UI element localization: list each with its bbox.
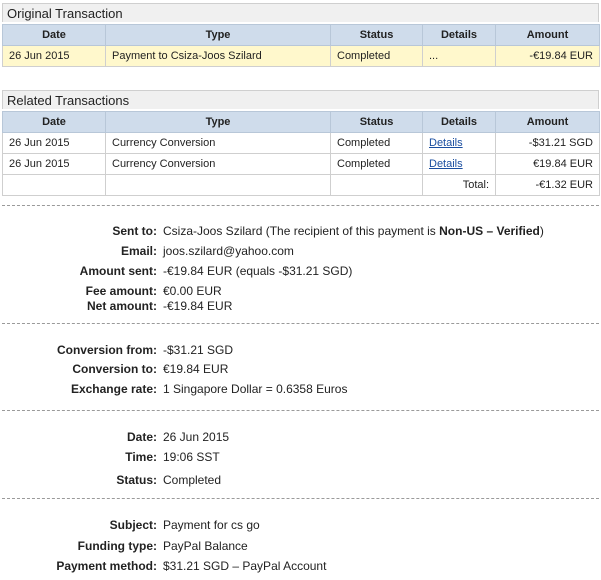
time-row: Time: 19:06 SST — [0, 449, 601, 465]
original-transaction-table: Date Type Status Details Amount 26 Jun 2… — [2, 24, 600, 67]
net-amount-row: Net amount: -€19.84 EUR — [0, 298, 601, 314]
funding-type-row: Funding type: PayPal Balance — [0, 538, 601, 554]
email-value: joos.szilard@yahoo.com — [163, 244, 294, 258]
table-row: 26 Jun 2015 Currency Conversion Complete… — [2, 153, 600, 175]
col-header-status[interactable]: Status — [330, 24, 423, 46]
exchange-rate-label: Exchange rate: — [70, 382, 157, 396]
total-label: Total: — [422, 174, 496, 196]
conversion-to-value: €19.84 EUR — [163, 362, 229, 376]
amount-sent-value: -€19.84 EUR (equals -$31.21 SGD) — [163, 264, 353, 278]
col-header-type[interactable]: Type — [105, 24, 331, 46]
cell-amount: -$31.21 SGD — [495, 132, 600, 154]
total-spacer — [105, 174, 331, 196]
recipient-status: Non-US – Verified — [439, 224, 540, 238]
status-label: Status: — [116, 473, 157, 487]
details-link[interactable]: Details — [429, 158, 463, 170]
sent-to-label: Sent to: — [112, 224, 157, 238]
payment-method-value: $31.21 SGD – PayPal Account — [163, 559, 327, 573]
recipient-note-prefix: (The recipient of this payment is — [265, 224, 436, 238]
subject-value: Payment for cs go — [163, 518, 260, 532]
fee-value: €0.00 EUR — [163, 284, 222, 298]
conversion-to-row: Conversion to: €19.84 EUR — [0, 361, 601, 377]
time-value: 19:06 SST — [163, 450, 220, 464]
sent-to-value: Csiza-Joos Szilard (The recipient of thi… — [163, 223, 544, 239]
amount-sent-label: Amount sent: — [79, 264, 157, 278]
cell-date: 26 Jun 2015 — [2, 132, 106, 154]
recipient-note-suffix: ) — [539, 224, 544, 238]
conversion-from-row: Conversion from: -$31.21 SGD — [0, 342, 601, 358]
status-value: Completed — [163, 473, 222, 487]
total-spacer — [330, 174, 423, 196]
funding-type-label: Funding type: — [77, 539, 157, 553]
cell-details: Details — [422, 153, 496, 175]
payment-method-label: Payment method: — [56, 559, 157, 573]
cell-date: 26 Jun 2015 — [2, 153, 106, 175]
col-header-details[interactable]: Details — [422, 111, 496, 133]
related-transactions-title: Related Transactions — [2, 90, 599, 109]
email-row: Email: joos.szilard@yahoo.com — [0, 243, 601, 259]
table-header-row: Date Type Status Details Amount — [2, 24, 600, 46]
cell-status: Completed — [330, 45, 423, 67]
cell-status: Completed — [330, 132, 423, 154]
cell-amount: €19.84 EUR — [495, 153, 600, 175]
payment-method-row: Payment method: $31.21 SGD – PayPal Acco… — [0, 558, 601, 574]
conversion-from-value: -$31.21 SGD — [163, 343, 234, 357]
date-label: Date: — [126, 430, 157, 444]
col-header-amount[interactable]: Amount — [495, 111, 600, 133]
cell-details: ... — [422, 45, 496, 67]
status-row: Status: Completed — [0, 472, 601, 488]
exchange-rate-row: Exchange rate: 1 Singapore Dollar = 0.63… — [0, 381, 601, 397]
divider — [2, 205, 599, 206]
date-value: 26 Jun 2015 — [163, 430, 230, 444]
net-amount-value: -€19.84 EUR — [163, 299, 233, 313]
recipient-name: Csiza-Joos Szilard — [163, 224, 263, 238]
cell-type: Currency Conversion — [105, 153, 331, 175]
divider — [2, 410, 599, 411]
divider — [2, 498, 599, 499]
cell-type: Payment to Csiza-Joos Szilard — [105, 45, 331, 67]
email-label: Email: — [120, 244, 157, 258]
table-row: 26 Jun 2015 Payment to Csiza-Joos Szilar… — [2, 45, 600, 67]
details-link[interactable]: Details — [429, 137, 463, 149]
conversion-from-label: Conversion from: — [56, 343, 157, 357]
cell-status: Completed — [330, 153, 423, 175]
col-header-details[interactable]: Details — [422, 24, 496, 46]
sent-to-row: Sent to: Csiza-Joos Szilard (The recipie… — [0, 223, 601, 239]
cell-details: Details — [422, 132, 496, 154]
col-header-date[interactable]: Date — [2, 111, 106, 133]
fee-label: Fee amount: — [85, 284, 157, 298]
amount-sent-row: Amount sent: -€19.84 EUR (equals -$31.21… — [0, 263, 601, 279]
cell-amount: -€19.84 EUR — [495, 45, 600, 67]
col-header-date[interactable]: Date — [2, 24, 106, 46]
subject-label: Subject: — [109, 518, 157, 532]
funding-type-value: PayPal Balance — [163, 539, 248, 553]
date-row: Date: 26 Jun 2015 — [0, 429, 601, 445]
total-value: -€1.32 EUR — [495, 174, 600, 196]
cell-type: Currency Conversion — [105, 132, 331, 154]
divider — [2, 323, 599, 324]
cell-date: 26 Jun 2015 — [2, 45, 106, 67]
subject-row: Subject: Payment for cs go — [0, 517, 601, 533]
total-row: Total: -€1.32 EUR — [2, 174, 600, 196]
exchange-rate-value: 1 Singapore Dollar = 0.6358 Euros — [163, 382, 348, 396]
table-header-row: Date Type Status Details Amount — [2, 111, 600, 133]
time-label: Time: — [125, 450, 157, 464]
original-transaction-title: Original Transaction — [2, 3, 599, 22]
conversion-to-label: Conversion to: — [72, 362, 157, 376]
col-header-amount[interactable]: Amount — [495, 24, 600, 46]
col-header-type[interactable]: Type — [105, 111, 331, 133]
fee-row: Fee amount: €0.00 EUR — [0, 283, 601, 299]
col-header-status[interactable]: Status — [330, 111, 423, 133]
total-spacer — [2, 174, 106, 196]
net-amount-label: Net amount: — [87, 299, 157, 313]
table-row: 26 Jun 2015 Currency Conversion Complete… — [2, 132, 600, 154]
related-transactions-table: Date Type Status Details Amount 26 Jun 2… — [2, 111, 600, 196]
